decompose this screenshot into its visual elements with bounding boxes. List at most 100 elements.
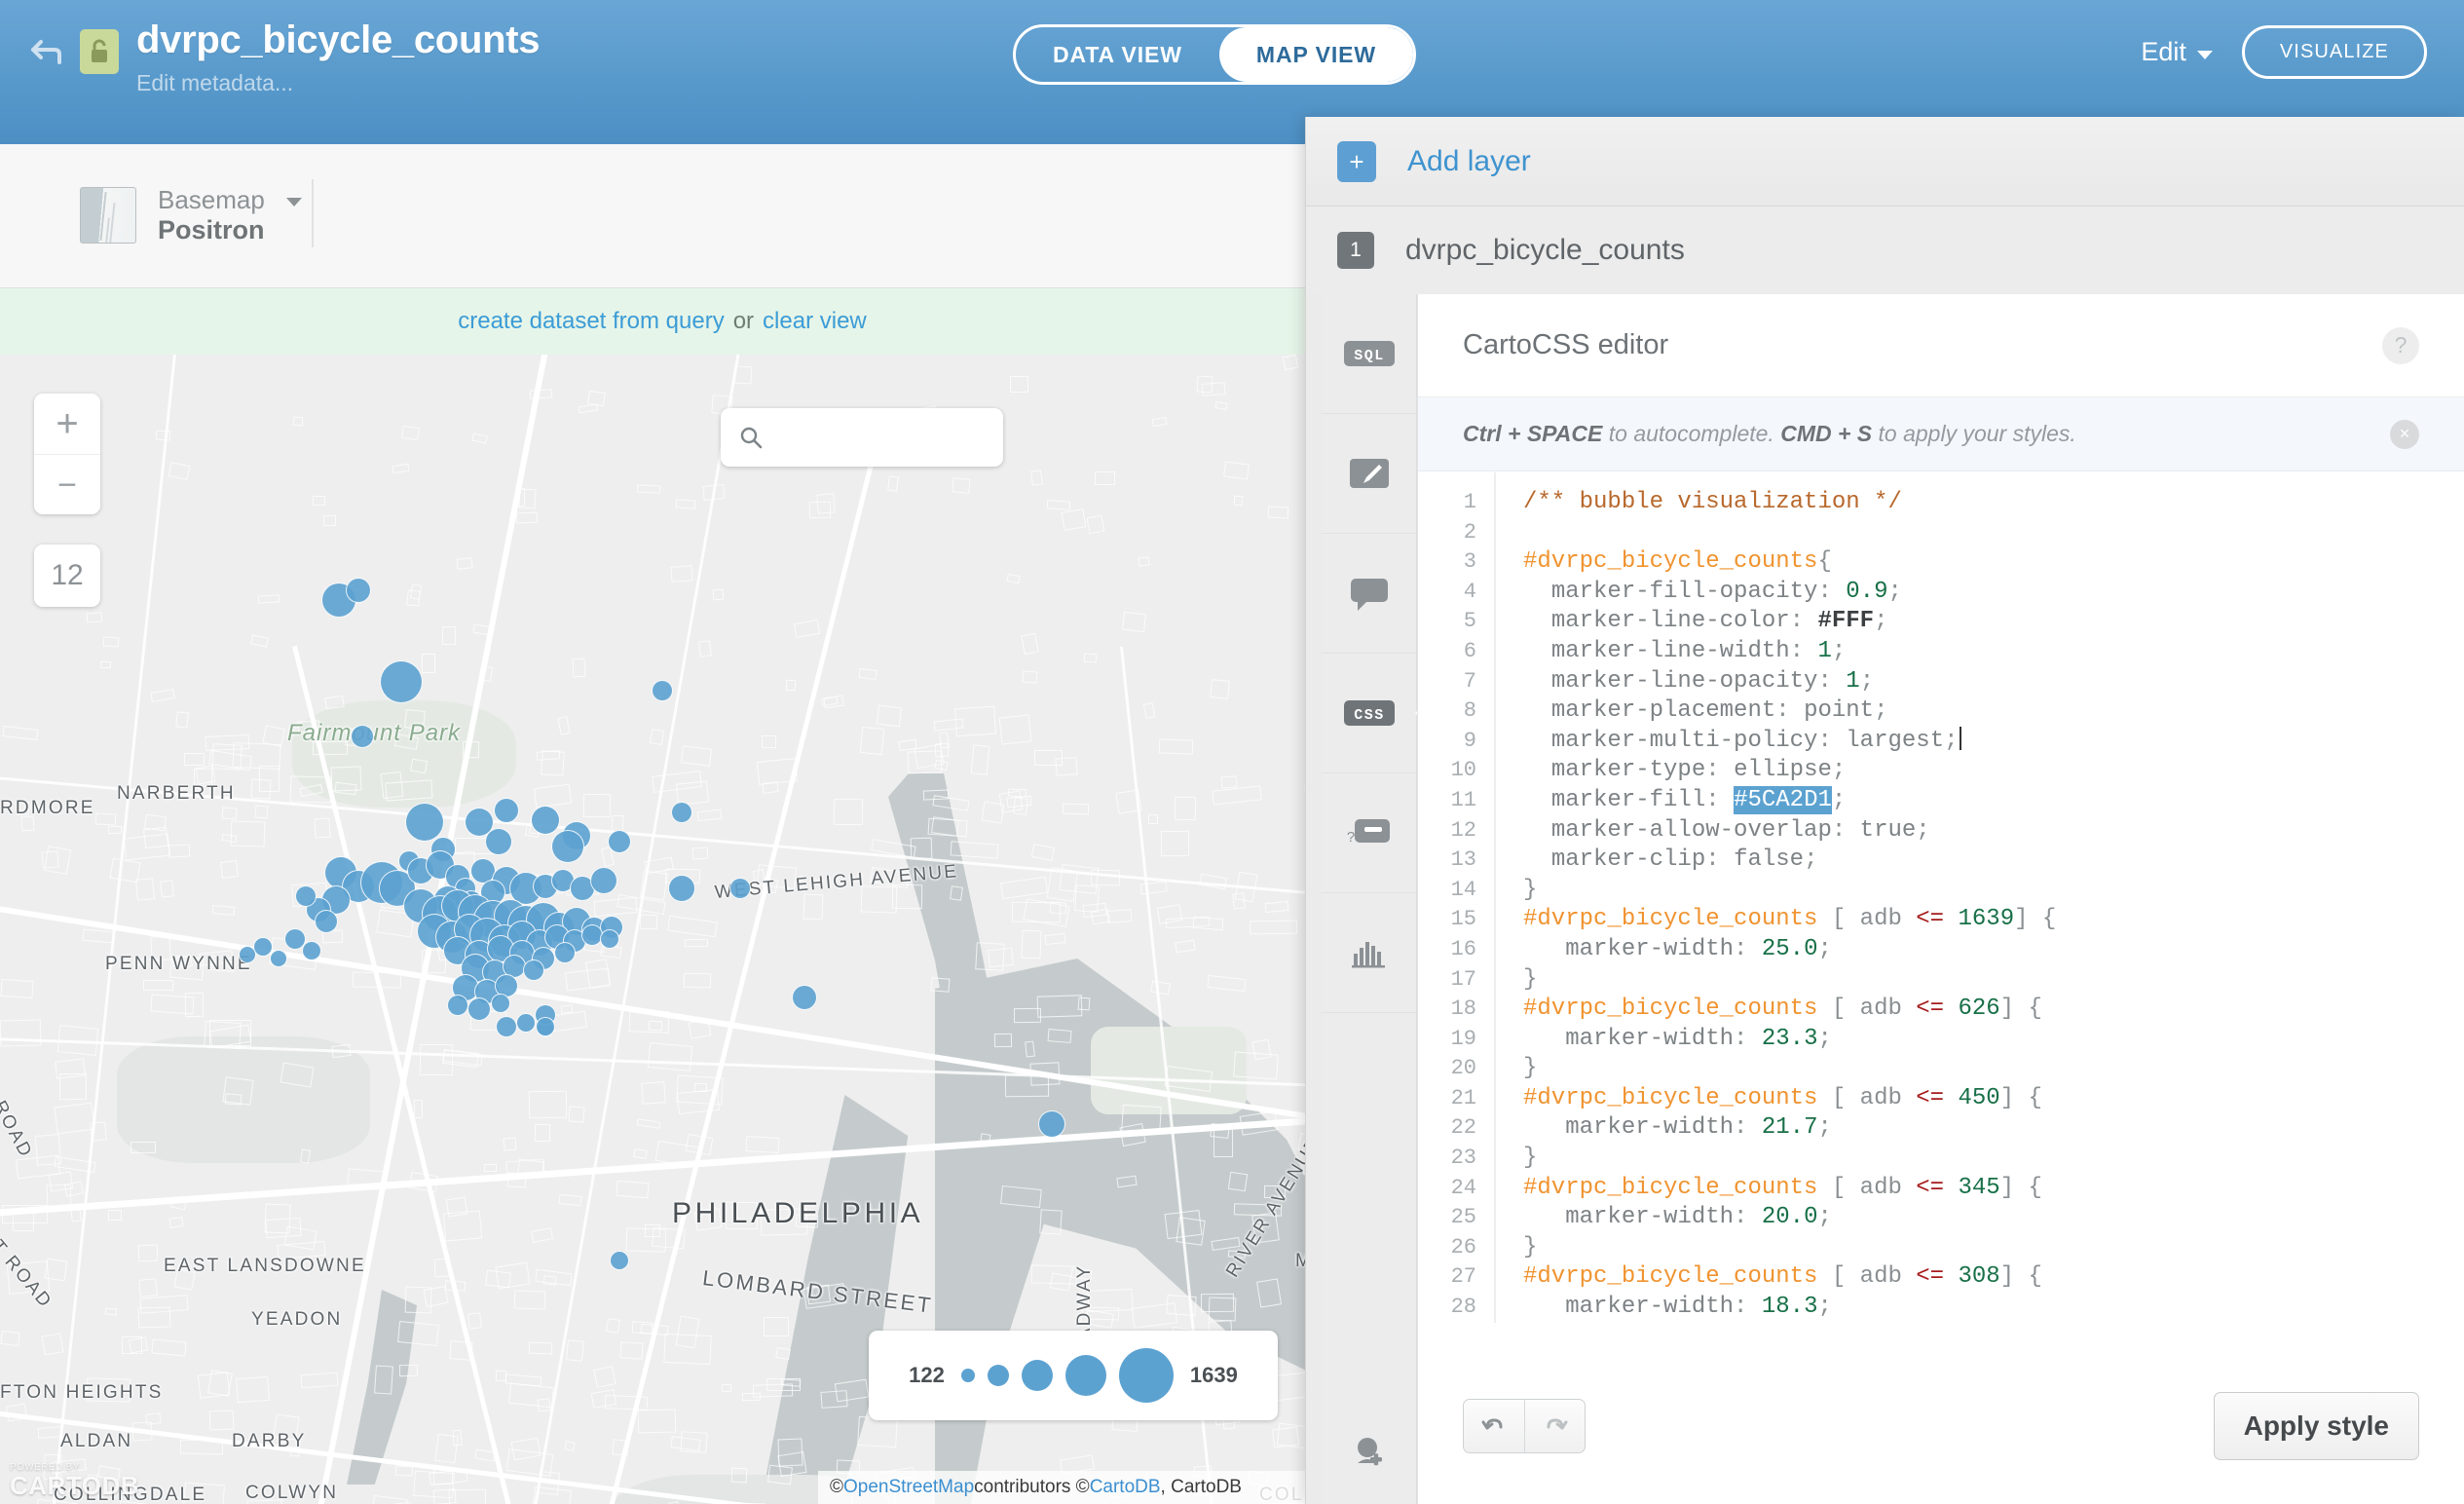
map-block	[70, 1205, 81, 1222]
map-block	[698, 641, 712, 658]
map-block	[262, 725, 284, 746]
rail-item-sql[interactable]: SQL	[1322, 294, 1416, 414]
map-block	[764, 1317, 789, 1336]
map-block	[410, 583, 422, 599]
map-block	[108, 826, 122, 835]
bubble-marker[interactable]	[652, 680, 673, 701]
bubble-marker[interactable]	[302, 941, 321, 960]
close-x-icon[interactable]: ×	[2390, 420, 2419, 449]
code-content[interactable]: /** bubble visualization */ #dvrpc_bicyc…	[1496, 472, 2464, 1323]
map-search-input[interactable]	[777, 427, 986, 448]
map-block	[1233, 496, 1243, 506]
tab-map-view[interactable]: MAP VIEW	[1219, 27, 1413, 82]
bubble-marker[interactable]	[295, 885, 317, 907]
bubble-marker[interactable]	[600, 929, 619, 949]
redo-arrow-icon[interactable]	[1524, 1400, 1585, 1452]
bubble-marker[interactable]	[351, 725, 374, 748]
map-block	[632, 1321, 653, 1334]
clear-view-link[interactable]: clear view	[763, 308, 867, 335]
bubble-marker[interactable]	[491, 994, 510, 1013]
map-block	[677, 1089, 719, 1114]
apply-style-button[interactable]: Apply style	[2214, 1392, 2419, 1460]
map-block	[516, 488, 525, 507]
map-block	[446, 1197, 467, 1218]
bubble-marker[interactable]	[346, 578, 371, 603]
layer-row[interactable]: 1 dvrpc_bicycle_counts	[1306, 207, 2464, 294]
zoom-level-indicator[interactable]: 12	[34, 545, 100, 607]
bubble-marker[interactable]	[496, 1016, 517, 1037]
bubble-marker[interactable]	[239, 946, 256, 963]
map-block	[857, 1416, 898, 1448]
rail-item-infowindow[interactable]	[1322, 534, 1416, 654]
create-dataset-from-query-link[interactable]: create dataset from query	[458, 308, 724, 335]
map-block	[150, 994, 194, 1014]
map-block	[641, 1081, 665, 1105]
bubble-marker[interactable]	[590, 867, 617, 894]
basemap-selector[interactable]: Basemap Positron	[80, 185, 302, 245]
bubble-marker[interactable]	[671, 802, 692, 823]
add-layer-row[interactable]: + Add layer	[1306, 117, 2464, 207]
bubble-marker[interactable]	[531, 806, 560, 835]
rail-item-wizard[interactable]	[1322, 414, 1416, 534]
bubble-marker[interactable]	[253, 937, 273, 957]
edit-menu-button[interactable]: Edit	[2141, 37, 2213, 67]
rail-item-stats[interactable]	[1322, 893, 1416, 1013]
bubble-marker[interactable]	[1038, 1110, 1065, 1138]
map-block	[564, 1441, 576, 1450]
map-block	[803, 894, 823, 921]
zoom-out-button[interactable]: −	[34, 454, 100, 514]
map-block	[794, 620, 820, 638]
bubble-marker[interactable]	[485, 828, 512, 855]
bubble-marker[interactable]	[467, 997, 491, 1021]
code-editor[interactable]: 1 2 3 4 5 6 7 8 9 10 11 12 13 14 15 16 1…	[1418, 472, 2464, 1348]
map-block	[257, 595, 279, 604]
bubble-marker[interactable]	[608, 830, 631, 853]
legend-bubble	[1119, 1348, 1174, 1403]
map-block	[928, 817, 968, 837]
osm-attribution-link[interactable]: OpenStreetMap	[843, 1477, 974, 1498]
map-block	[1091, 870, 1120, 885]
map-block	[292, 416, 302, 426]
bubble-marker[interactable]	[380, 660, 423, 703]
bubble-marker[interactable]	[494, 798, 519, 823]
zoom-in-button[interactable]: +	[34, 394, 100, 454]
undo-arrow-icon[interactable]	[1464, 1400, 1524, 1452]
layer-number-badge[interactable]: 1	[1337, 232, 1374, 269]
rail-item-css[interactable]: CSS	[1322, 654, 1416, 773]
bubble-marker[interactable]	[729, 878, 751, 899]
bubble-marker[interactable]	[551, 830, 584, 863]
map-block	[180, 1440, 223, 1455]
plus-icon[interactable]: +	[1337, 141, 1376, 182]
bubble-marker[interactable]	[516, 1013, 536, 1033]
tab-data-view[interactable]: DATA VIEW	[1016, 27, 1219, 82]
bubble-marker[interactable]	[792, 985, 817, 1010]
bubble-marker[interactable]	[405, 803, 444, 842]
bubble-marker[interactable]	[523, 959, 544, 981]
map-label: YEADON	[251, 1309, 342, 1331]
rail-item-add-collaborator[interactable]	[1322, 1432, 1416, 1475]
map-search-box[interactable]	[721, 408, 1003, 467]
map-block	[1250, 921, 1297, 935]
edit-metadata-link[interactable]: Edit metadata...	[136, 66, 540, 99]
bubble-marker[interactable]	[536, 1017, 555, 1036]
map-block	[422, 654, 435, 673]
map-block	[1211, 1123, 1230, 1139]
cartodb-attribution-link[interactable]: CartoDB	[1090, 1477, 1161, 1498]
bubble-marker[interactable]	[447, 995, 468, 1016]
rail-item-legend[interactable]: ?	[1322, 773, 1416, 893]
unlocked-padlock-icon[interactable]	[80, 29, 119, 74]
bubble-marker[interactable]	[554, 942, 576, 963]
question-mark-icon[interactable]: ?	[2382, 327, 2419, 364]
visualize-button[interactable]: VISUALIZE	[2242, 25, 2427, 79]
bubble-marker[interactable]	[315, 910, 338, 933]
add-layer-label[interactable]: Add layer	[1407, 145, 1531, 178]
map-block	[17, 802, 30, 815]
map-block	[1106, 909, 1131, 923]
map-block	[325, 696, 346, 710]
bubble-marker[interactable]	[610, 1251, 629, 1270]
back-arrow-icon[interactable]	[29, 33, 64, 68]
bubble-marker[interactable]	[270, 950, 287, 967]
map-viewport[interactable]: Fairmount ParkNARBERTHRDMOREPENN WYNNEWE…	[0, 355, 1325, 1504]
bubble-marker[interactable]	[668, 875, 695, 902]
map-block	[638, 1410, 677, 1434]
